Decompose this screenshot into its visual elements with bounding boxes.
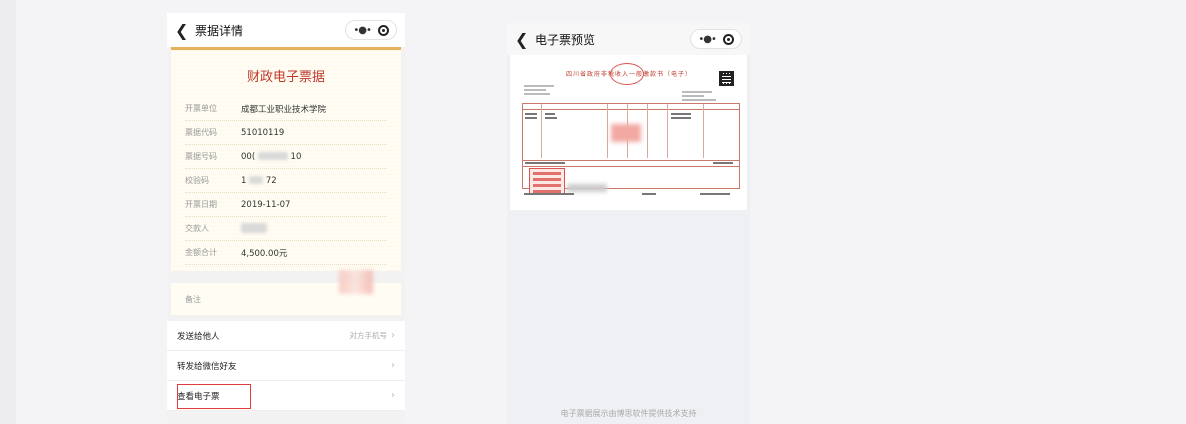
- field-value: 4,500.00元: [241, 248, 288, 259]
- footer-text-line: [700, 193, 730, 195]
- menu-hint: 对方手机号: [349, 331, 388, 340]
- meta-text-line: [682, 95, 704, 97]
- more-dots-icon[interactable]: •●•: [698, 34, 717, 45]
- table-cell-text: [545, 113, 555, 115]
- meta-text-line: [524, 89, 546, 91]
- table-cell-text: [671, 113, 691, 115]
- mini-program-capsule: •●•: [690, 29, 742, 49]
- table-sum-rule: [523, 166, 739, 167]
- field-receipt-code: 票据代码 51010119: [185, 121, 387, 145]
- redacted-blur: [249, 176, 264, 184]
- chevron-right-icon: ›: [391, 360, 395, 371]
- invoice-image[interactable]: 四川省政府非税收入一般缴款书（电子）: [510, 55, 747, 210]
- more-dots-icon[interactable]: •●•: [353, 25, 372, 36]
- field-issue-date: 开票日期 2019-11-07: [185, 193, 387, 217]
- value-suffix: 10: [290, 151, 302, 162]
- menu-label: 发送给他人: [177, 331, 220, 342]
- send-to-others-item[interactable]: 发送给他人 对方手机号 ›: [167, 321, 405, 351]
- value-prefix: 1: [241, 175, 247, 186]
- left-gutter: [0, 0, 16, 424]
- chevron-right-icon: ›: [391, 390, 395, 401]
- table-column-rule: [647, 104, 648, 158]
- qr-code-pattern: [722, 74, 731, 83]
- nav-title: 电子票预览: [535, 32, 596, 47]
- meta-text-line: [682, 91, 712, 93]
- redacted-area: [567, 184, 607, 192]
- table-cell-text: [525, 117, 537, 119]
- highlight-box: [177, 384, 251, 409]
- nav-title: 票据详情: [195, 23, 244, 38]
- forward-wechat-item[interactable]: 转发给微信好友 ›: [167, 351, 405, 381]
- view-e-invoice-item[interactable]: 查看电子票 ›: [167, 381, 405, 411]
- footer-text-line: [642, 193, 656, 195]
- seal-stamp-icon: [610, 63, 644, 85]
- table-cell-text: [525, 113, 537, 115]
- table-header-rule: [523, 109, 739, 110]
- field-value: 51010119: [241, 127, 285, 138]
- table-column-rule: [541, 104, 542, 158]
- value-prefix: 00(: [241, 151, 256, 162]
- redacted-stamp: [339, 270, 373, 294]
- sum-text: [525, 162, 565, 164]
- field-check-code: 校验码 1 72: [185, 169, 387, 193]
- menu-label: 转发给微信好友: [177, 361, 237, 372]
- table-column-rule: [607, 104, 608, 158]
- table-cell-text: [671, 117, 691, 119]
- field-value: [241, 223, 267, 234]
- table-cell-text: [545, 117, 557, 119]
- mini-program-capsule: •●•: [345, 20, 397, 40]
- field-issuer: 开票单位 成都工业职业技术学院: [185, 97, 387, 121]
- redacted-area: [611, 124, 641, 142]
- field-value: 2019-11-07: [241, 199, 291, 210]
- action-menu: 发送给他人 对方手机号 › 转发给微信好友 › 查看电子票 ›: [167, 321, 405, 411]
- e-invoice-preview-screen: ❮ 电子票预览 •●• 四川省政府非税收入一般缴款书（电子） 电子票据展示由博思…: [507, 23, 750, 424]
- field-label: 交款人: [185, 224, 209, 233]
- field-payer: 交款人: [185, 217, 387, 241]
- field-label: 开票单位: [185, 104, 217, 113]
- table-column-rule: [667, 104, 668, 158]
- finance-stamp-icon: [529, 168, 565, 194]
- invoice-table: [522, 103, 740, 194]
- invoice-document: 四川省政府非税收入一般缴款书（电子）: [522, 63, 740, 199]
- field-label: 票据号码: [185, 152, 217, 161]
- field-label: 开票日期: [185, 200, 217, 209]
- receipt-card: 财政电子票据 开票单位 成都工业职业技术学院 票据代码 51010119 票据号…: [171, 47, 401, 294]
- footer-text-line: [524, 193, 574, 195]
- table-column-rule: [703, 104, 704, 158]
- meta-text-line: [682, 99, 716, 101]
- close-target-icon[interactable]: [377, 24, 389, 36]
- tech-support-note: 电子票据展示由博思软件提供技术支持: [560, 409, 697, 418]
- chevron-right-icon: ›: [391, 330, 395, 341]
- close-target-icon[interactable]: [722, 33, 734, 45]
- nav-bar: ❮ 票据详情 •●•: [167, 13, 405, 47]
- sum-text: [713, 162, 733, 164]
- receipt-detail-screen: ❮ 票据详情 •●• 财政电子票据 开票单位 成都工业职业技术学院 票据代码 5…: [167, 13, 405, 424]
- field-value: 1 72: [241, 176, 277, 186]
- nav-bar: ❮ 电子票预览 •●•: [507, 23, 750, 55]
- field-total-amount: 金额合计 4,500.00元: [185, 241, 387, 265]
- field-value: 成都工业职业技术学院: [241, 104, 327, 115]
- field-label: 票据代码: [185, 128, 217, 137]
- receipt-title: 财政电子票据: [246, 70, 325, 85]
- field-value: 00( 10: [241, 152, 301, 162]
- meta-text-line: [524, 93, 550, 95]
- meta-text-line: [524, 85, 554, 87]
- redacted-blur: [257, 152, 288, 160]
- field-label: 校验码: [185, 176, 209, 185]
- field-label: 金额合计: [185, 248, 217, 257]
- back-chevron-icon[interactable]: ❮: [175, 21, 191, 40]
- table-sum-rule: [523, 160, 739, 161]
- value-suffix: 72: [265, 175, 277, 186]
- field-receipt-number: 票据号码 00( 10: [185, 145, 387, 169]
- redacted-blur: [241, 223, 267, 234]
- back-chevron-icon[interactable]: ❮: [515, 30, 531, 49]
- remark-label: 备注: [185, 294, 201, 304]
